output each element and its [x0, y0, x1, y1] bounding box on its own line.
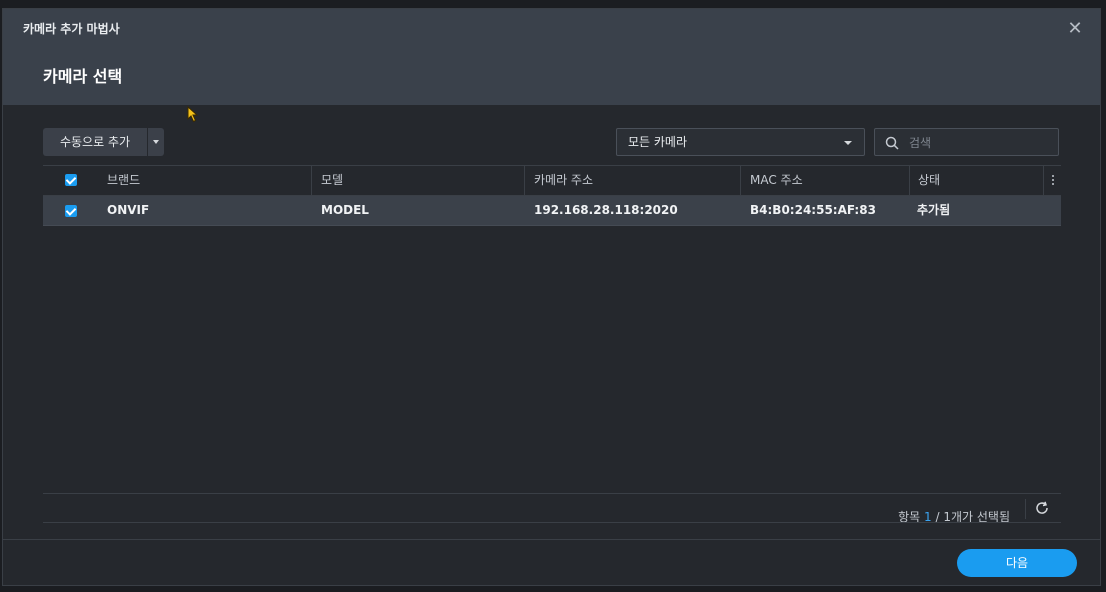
camera-table: 브랜드 모델 카메라 주소 MAC 주소 상태 ONVIF MODEL 192.… [43, 165, 1061, 226]
cell-status: 추가됨 [917, 203, 951, 217]
divider [1025, 499, 1026, 519]
select-all-checkbox[interactable] [65, 174, 77, 186]
close-icon[interactable]: ✕ [1066, 20, 1084, 38]
search-icon [885, 136, 899, 150]
table-row[interactable]: ONVIF MODEL 192.168.28.118:2020 B4:B0:24… [43, 196, 1061, 226]
refresh-icon[interactable] [1034, 500, 1050, 516]
page-title: 카메라 선택 [43, 67, 123, 86]
footer-divider [3, 539, 1100, 540]
dialog-header: 카메라 추가 마법사 카메라 선택 ✕ [3, 9, 1100, 105]
divider [43, 522, 1061, 523]
next-button[interactable]: 다음 [957, 549, 1077, 577]
add-manual-button[interactable]: 수동으로 추가 [43, 128, 147, 156]
column-header-mac[interactable]: MAC 주소 [740, 166, 803, 195]
divider [43, 493, 1061, 494]
cell-brand: ONVIF [107, 203, 150, 217]
column-header-brand[interactable]: 브랜드 [107, 166, 140, 195]
camera-filter-value: 모든 카메라 [628, 135, 688, 149]
search-field[interactable] [874, 128, 1059, 156]
column-header-address[interactable]: 카메라 주소 [524, 166, 593, 195]
column-header-status[interactable]: 상태 [909, 166, 940, 195]
cell-mac: B4:B0:24:55:AF:83 [750, 203, 876, 217]
cell-model: MODEL [321, 203, 369, 217]
chevron-down-icon [844, 141, 852, 145]
more-vertical-icon[interactable] [1043, 166, 1061, 195]
wizard-title: 카메라 추가 마법사 [23, 22, 120, 36]
cell-address: 192.168.28.118:2020 [534, 203, 678, 217]
mouse-cursor-icon [187, 106, 199, 123]
row-checkbox[interactable] [65, 205, 77, 217]
search-input[interactable] [907, 132, 1056, 154]
camera-filter-select[interactable]: 모든 카메라 [616, 128, 865, 156]
table-header: 브랜드 모델 카메라 주소 MAC 주소 상태 [43, 165, 1061, 196]
column-header-model[interactable]: 모델 [311, 166, 343, 195]
add-manual-dropdown-button[interactable] [148, 128, 164, 156]
camera-wizard-dialog: 카메라 추가 마법사 카메라 선택 ✕ 수동으로 추가 모든 카메라 브랜드 모… [2, 8, 1101, 586]
